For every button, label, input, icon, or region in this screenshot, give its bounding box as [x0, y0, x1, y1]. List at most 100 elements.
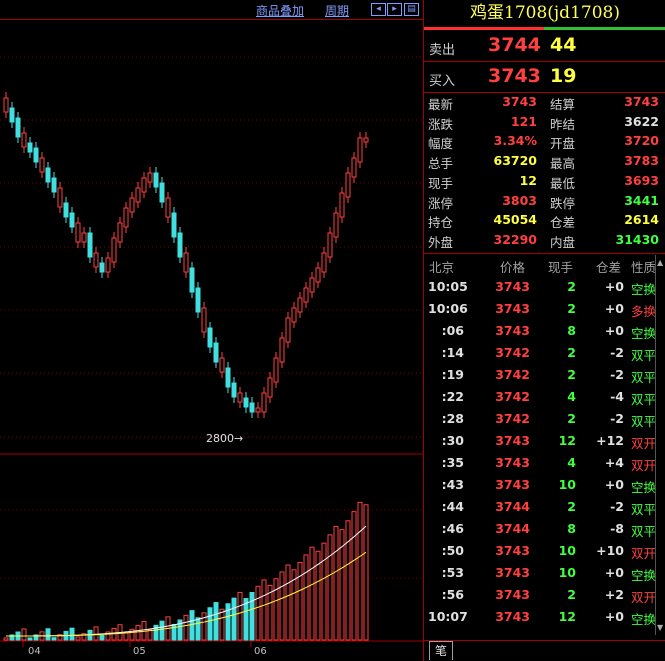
ticks-scrollbar[interactable]: ▲ ▼ [655, 255, 665, 635]
stat-label: 最新 [428, 97, 454, 112]
tick-price: 3743 [495, 565, 530, 580]
volume-bar [195, 617, 201, 641]
tick-row: :19 3742 2 -2 双平 [424, 364, 665, 386]
tick-price: 3743 [495, 609, 530, 624]
volume-bar [261, 579, 267, 641]
candle-body [213, 342, 219, 363]
candle-body [363, 137, 369, 143]
stat-value: 2614 [624, 212, 659, 228]
candle-body [195, 287, 201, 313]
tick-time: :28 [441, 411, 464, 426]
stat-label: 现手 [428, 175, 454, 191]
scroll-up-icon[interactable]: ▲ [657, 258, 663, 267]
tick-qty: 10 [558, 543, 576, 558]
tick-row: :14 3742 2 -2 双平 [424, 342, 665, 364]
tick-diff: -8 [610, 521, 624, 536]
tick-time: :50 [441, 543, 464, 558]
tick-qty: 10 [558, 565, 576, 580]
tick-row: :56 3743 2 +2 双开 [424, 584, 665, 606]
volume-bar [303, 554, 309, 641]
tick-diff: +0 [604, 323, 624, 338]
volume-bar [75, 636, 81, 641]
ticks-header-price: 价格 [500, 260, 526, 275]
volume-bar [357, 501, 363, 641]
tick-price: 3743 [495, 301, 530, 316]
scroll-down-icon[interactable]: ▼ [657, 623, 663, 632]
candle-body [3, 97, 9, 113]
volume-bar [243, 598, 249, 641]
tick-row: 10:06 3743 2 +0 多换 [424, 298, 665, 320]
tick-price: 3742 [495, 345, 530, 360]
volume-bar [255, 585, 261, 641]
tick-time: :19 [441, 367, 464, 382]
candle-body [27, 142, 33, 153]
tick-row: :50 3743 10 +10 双开 [424, 540, 665, 562]
volume-bar [27, 637, 33, 641]
candle-body [129, 197, 135, 213]
candle-body [111, 237, 117, 263]
buy-price: 3743 [488, 65, 541, 87]
tick-diff: +0 [604, 609, 624, 624]
volume-bar [363, 504, 369, 641]
candle-body [291, 307, 297, 323]
tick-time: :53 [441, 565, 464, 580]
tick-qty: 12 [558, 609, 576, 624]
volume-bar [231, 597, 237, 641]
stat-value: 121 [510, 113, 537, 129]
buy-quote-row: 买入 3743 19 [424, 62, 665, 93]
buy-volume: 19 [550, 65, 577, 87]
tick-price: 3743 [495, 543, 530, 558]
sell-price: 3744 [488, 34, 541, 56]
tick-diff: +0 [604, 477, 624, 492]
tick-row: :43 3743 10 +0 空换 [424, 474, 665, 496]
tick-qty: 2 [567, 279, 576, 294]
candle-body [219, 357, 225, 373]
volume-bar [51, 637, 57, 641]
volume-bar [207, 607, 213, 641]
tick-row: :28 3742 2 -2 双平 [424, 408, 665, 430]
tick-diff: -2 [610, 367, 624, 382]
tick-price: 3744 [495, 521, 530, 536]
tick-qty: 2 [567, 367, 576, 382]
candle-body [333, 212, 339, 238]
volume-bar [345, 520, 351, 641]
volume-bar [297, 561, 303, 641]
stat-value: 3743 [624, 94, 659, 109]
tick-time: :14 [441, 345, 464, 360]
tick-price: 3743 [495, 587, 530, 602]
candle-body [279, 337, 285, 363]
tick-diff: +0 [604, 279, 624, 294]
stat-value: 63720 [493, 153, 538, 169]
tick-time: 10:07 [428, 609, 468, 624]
candle-body [69, 212, 75, 228]
candle-body [255, 407, 261, 413]
candle-body [189, 267, 195, 293]
low-marker-label: 2800→ [206, 432, 243, 445]
candle-body [99, 262, 105, 273]
instrument-title: 鸡蛋1708(jd1708) [470, 3, 620, 23]
tick-price: 3742 [495, 389, 530, 404]
month-label-04: 04 [28, 646, 41, 657]
stats-separator [424, 253, 665, 254]
month-label-06: 06 [254, 646, 267, 657]
ticks-header-diff: 仓差 [596, 260, 622, 275]
stat-label: 涨停 [428, 195, 454, 211]
tick-price: 3744 [495, 499, 530, 514]
candle-body [165, 197, 171, 218]
candle-body [87, 232, 93, 258]
candle-body [303, 287, 309, 303]
stat-label: 昨结 [550, 116, 576, 132]
candle-body [249, 402, 255, 413]
tick-time: :30 [441, 433, 464, 448]
tick-qty: 2 [567, 411, 576, 426]
tick-row: :46 3744 8 -8 双平 [424, 518, 665, 540]
kline-chart-area[interactable]: 商品叠加 周期 ◂ ▸ ▤ 2800→ 04 05 06 [0, 0, 423, 661]
month-label-05: 05 [133, 646, 146, 657]
candle-body [105, 257, 111, 273]
volume-bar [219, 608, 225, 641]
candle-body [171, 212, 177, 238]
tab-ticks[interactable]: 笔 [429, 641, 453, 660]
candle-body [285, 317, 291, 343]
sell-label: 卖出 [429, 43, 456, 58]
volume-bar [333, 525, 339, 641]
